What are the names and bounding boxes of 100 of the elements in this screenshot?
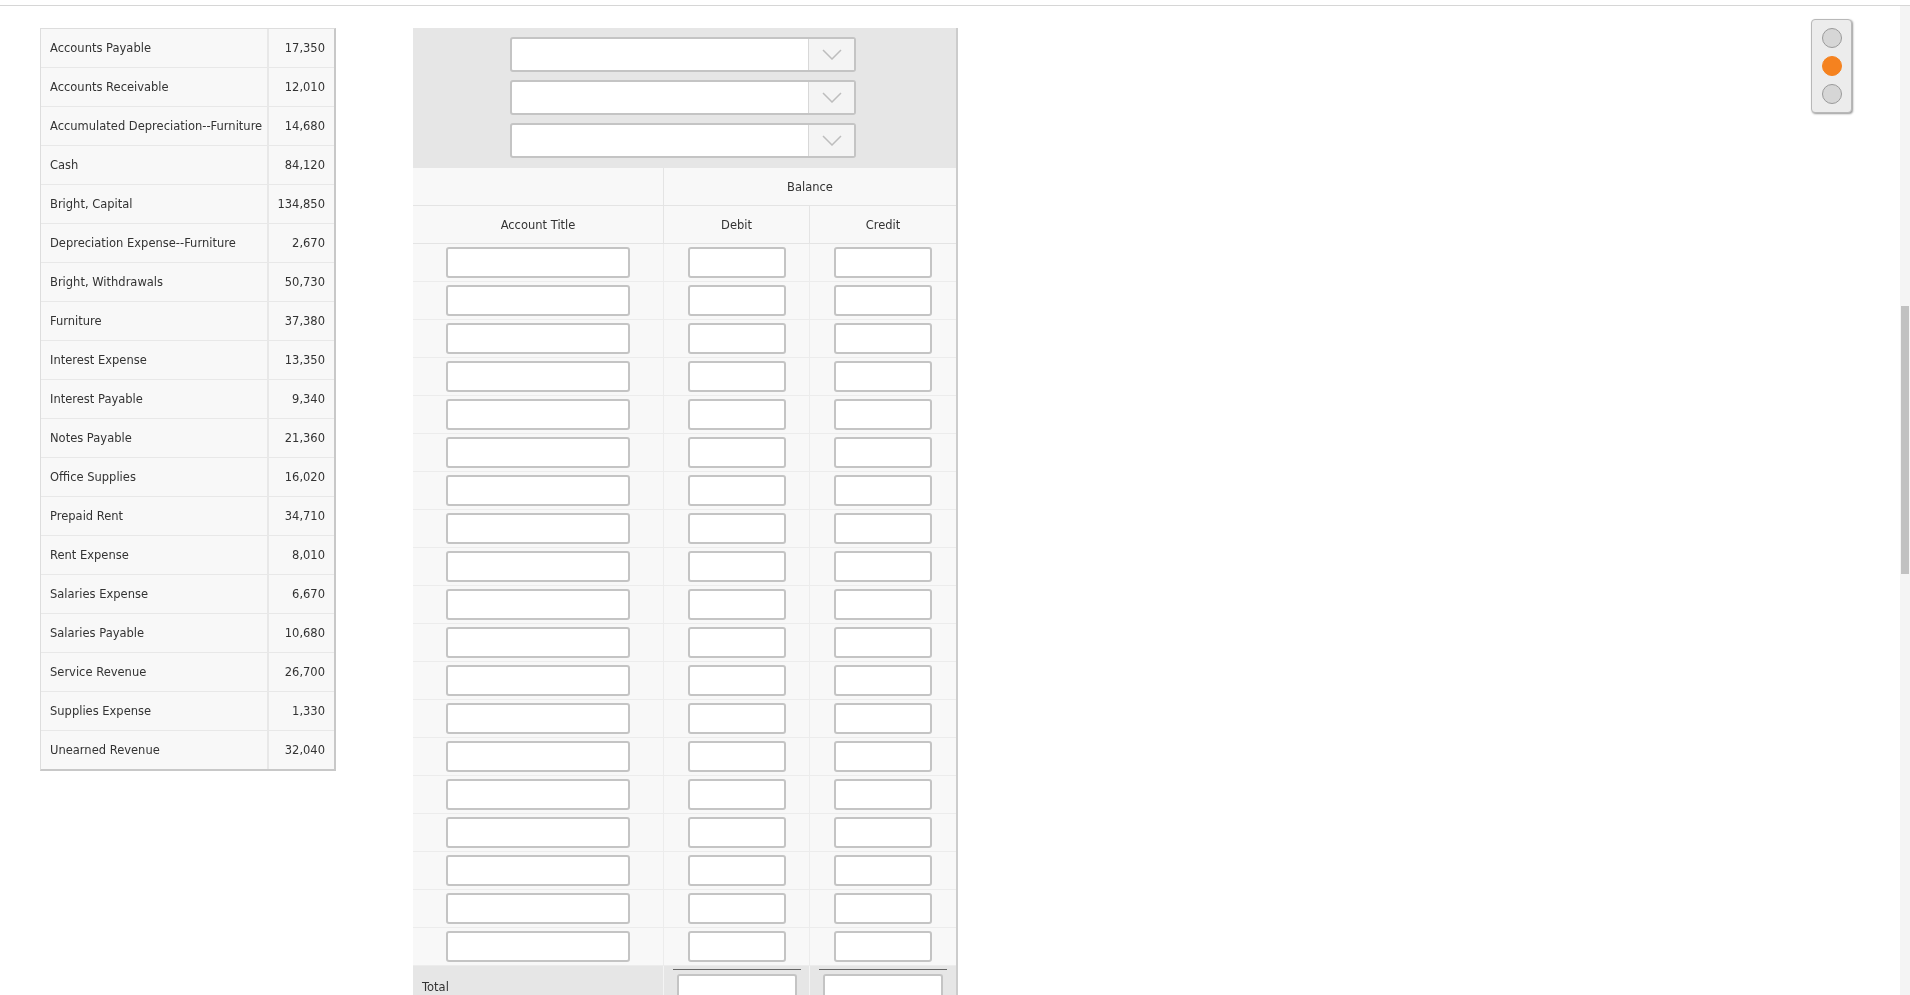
input-field[interactable]	[446, 589, 630, 620]
input-field[interactable]	[834, 741, 932, 772]
input-field[interactable]	[834, 323, 932, 354]
step-dot[interactable]	[1821, 28, 1842, 48]
input-field[interactable]	[834, 893, 932, 924]
input-field[interactable]	[834, 437, 932, 468]
input-field[interactable]	[446, 437, 630, 468]
input-field[interactable]	[446, 551, 630, 582]
input-field[interactable]	[446, 665, 630, 696]
account-amount: 13,350	[283, 352, 326, 369]
input-field[interactable]	[446, 361, 630, 392]
input-field[interactable]	[834, 513, 932, 544]
account-title: Accumulated Depreciation--Furniture	[41, 107, 269, 145]
total-label: Total	[421, 979, 450, 995]
input-field[interactable]	[446, 779, 630, 810]
account-title: Unearned Revenue	[41, 731, 269, 769]
input-field[interactable]	[687, 285, 786, 316]
input-field[interactable]	[446, 285, 630, 316]
input-field[interactable]	[446, 247, 630, 278]
input-field[interactable]	[446, 817, 630, 848]
input-field[interactable]	[834, 551, 932, 582]
input-field[interactable]	[687, 703, 786, 734]
input-field[interactable]	[687, 665, 786, 696]
chevron-down-icon	[821, 92, 842, 103]
input-field[interactable]	[834, 589, 932, 620]
input-field[interactable]	[446, 323, 630, 354]
input-field[interactable]	[834, 855, 932, 886]
input-field[interactable]	[687, 779, 786, 810]
select-dropdown[interactable]	[510, 80, 856, 115]
input-field[interactable]	[834, 399, 932, 430]
column-header: Debit	[663, 206, 809, 244]
input-field[interactable]	[834, 665, 932, 696]
account-title: Depreciation Expense--Furniture	[41, 224, 269, 262]
chevron-down-icon	[821, 135, 842, 146]
input-field[interactable]	[446, 513, 630, 544]
account-title: Accounts Receivable	[41, 68, 269, 106]
input-field[interactable]	[834, 475, 932, 506]
input-field[interactable]	[687, 475, 786, 506]
input-field[interactable]	[446, 703, 630, 734]
account-amount: 2,670	[291, 235, 326, 252]
account-amount: 9,340	[291, 391, 326, 408]
input-field[interactable]	[823, 974, 943, 995]
account-title: Furniture	[41, 302, 269, 340]
input-field[interactable]	[834, 779, 932, 810]
account-amount: 17,350	[283, 40, 326, 57]
input-field[interactable]	[687, 513, 786, 544]
select-dropdown[interactable]	[510, 123, 856, 158]
input-field[interactable]	[687, 893, 786, 924]
input-field[interactable]	[687, 817, 786, 848]
step-dot[interactable]	[1821, 56, 1842, 76]
account-amount: 12,010	[283, 79, 326, 96]
input-field[interactable]	[687, 551, 786, 582]
input-field[interactable]	[446, 931, 630, 962]
input-field[interactable]	[676, 974, 797, 995]
input-field[interactable]	[834, 285, 932, 316]
input-field[interactable]	[687, 931, 786, 962]
input-field[interactable]	[446, 627, 630, 658]
account-amount: 8,010	[291, 547, 326, 564]
input-field[interactable]	[446, 893, 630, 924]
input-field[interactable]	[446, 399, 630, 430]
account-amount: 21,360	[283, 430, 326, 447]
input-field[interactable]	[687, 741, 786, 772]
account-amount: 1,330	[291, 703, 326, 720]
account-amount: 16,020	[283, 469, 326, 486]
input-field[interactable]	[687, 399, 786, 430]
input-field[interactable]	[687, 361, 786, 392]
input-field[interactable]	[834, 361, 932, 392]
input-field[interactable]	[687, 855, 786, 886]
account-title: Service Revenue	[41, 653, 269, 691]
account-amount: 34,710	[283, 508, 326, 525]
input-field[interactable]	[687, 323, 786, 354]
account-amount: 14,680	[283, 118, 326, 135]
input-field[interactable]	[687, 627, 786, 658]
input-field[interactable]	[834, 703, 932, 734]
column-group-header: Balance	[663, 168, 956, 206]
account-title: Bright, Withdrawals	[41, 263, 269, 301]
input-field[interactable]	[834, 247, 932, 278]
account-amount: 26,700	[283, 664, 326, 681]
account-title: Notes Payable	[41, 419, 269, 457]
account-title: Prepaid Rent	[41, 497, 269, 535]
input-field[interactable]	[687, 247, 786, 278]
select-dropdown[interactable]	[510, 37, 856, 72]
column-header: Account Title	[413, 206, 663, 244]
input-field[interactable]	[834, 627, 932, 658]
account-amount: 50,730	[283, 274, 326, 291]
input-field[interactable]	[834, 931, 932, 962]
scrollbar-thumb[interactable]	[1901, 306, 1909, 574]
input-field[interactable]	[834, 817, 932, 848]
input-field[interactable]	[446, 475, 630, 506]
chevron-down-icon	[821, 49, 842, 60]
account-title: Supplies Expense	[41, 692, 269, 730]
account-title: Interest Expense	[41, 341, 269, 379]
input-field[interactable]	[687, 589, 786, 620]
account-title: Accounts Payable	[41, 29, 269, 67]
input-field[interactable]	[687, 437, 786, 468]
account-amount: 37,380	[283, 313, 326, 330]
step-dot[interactable]	[1821, 84, 1842, 104]
account-title: Cash	[41, 146, 269, 184]
input-field[interactable]	[446, 741, 630, 772]
input-field[interactable]	[446, 855, 630, 886]
